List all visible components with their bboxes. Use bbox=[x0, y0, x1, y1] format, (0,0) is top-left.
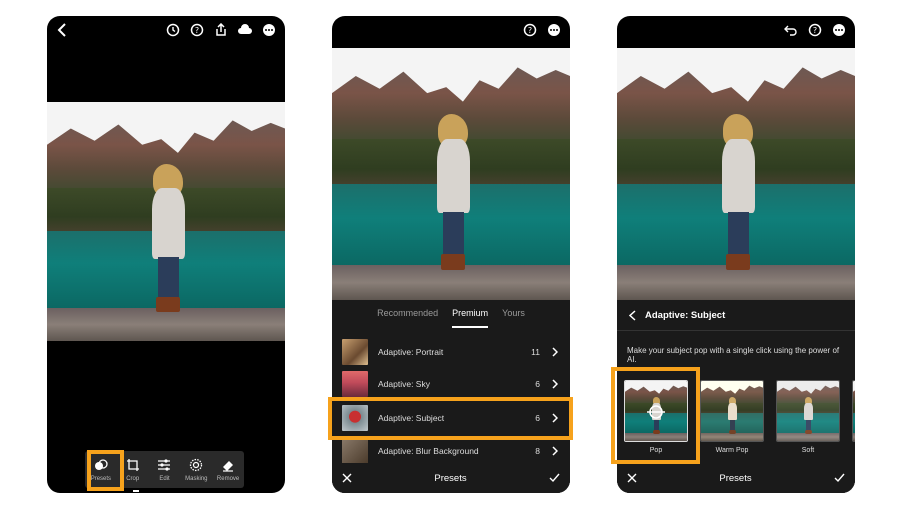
preset-label: Warm Pop bbox=[715, 447, 749, 454]
photo-preview bbox=[47, 102, 285, 341]
cloud-icon[interactable] bbox=[237, 22, 253, 38]
preset-thumbnail bbox=[342, 339, 368, 365]
preset-thumbnail bbox=[852, 380, 855, 442]
preset-thumbnail bbox=[700, 380, 764, 442]
masking-icon bbox=[189, 458, 203, 472]
preset-group-description: Make your subject pop with a single clic… bbox=[627, 346, 840, 364]
back-arrow-icon[interactable] bbox=[55, 22, 69, 38]
preset-group-name: Adaptive: Blur Background bbox=[378, 446, 479, 456]
bottom-bar: Presets bbox=[332, 463, 570, 493]
tool-label: Crop bbox=[126, 475, 140, 482]
help-icon[interactable]: ? bbox=[522, 22, 538, 38]
checkmark-icon[interactable] bbox=[834, 473, 845, 483]
more-icon[interactable] bbox=[831, 22, 847, 38]
preset-group-portrait[interactable]: Adaptive: Portrait 11 bbox=[332, 337, 570, 367]
more-icon[interactable] bbox=[261, 22, 277, 38]
eraser-icon bbox=[221, 458, 235, 472]
bottom-bar-title: Presets bbox=[719, 472, 752, 484]
share-icon[interactable] bbox=[213, 22, 229, 38]
tab-yours[interactable]: Yours bbox=[502, 302, 525, 328]
close-icon[interactable] bbox=[627, 473, 637, 483]
tool-remove[interactable]: Remove bbox=[212, 451, 244, 488]
bottom-bar: Presets bbox=[617, 463, 855, 493]
preset-thumbnail bbox=[776, 380, 840, 442]
svg-text:?: ? bbox=[528, 26, 532, 35]
tool-edit[interactable]: Edit bbox=[149, 451, 181, 488]
preset-group-name: Adaptive: Portrait bbox=[378, 347, 444, 357]
chevron-right-icon bbox=[550, 446, 560, 456]
preset-tabs: Recommended Premium Yours bbox=[332, 302, 570, 328]
preset-warm-pop[interactable]: Warm Pop bbox=[700, 380, 764, 454]
preset-group-sky[interactable]: Adaptive: Sky 6 bbox=[332, 369, 570, 399]
highlight-pop-preset bbox=[611, 367, 700, 464]
back-chevron-icon[interactable] bbox=[625, 309, 639, 321]
svg-text:?: ? bbox=[195, 26, 199, 35]
history-icon[interactable] bbox=[165, 22, 181, 38]
help-icon[interactable]: ? bbox=[807, 22, 823, 38]
top-toolbar: ? bbox=[522, 22, 562, 38]
bottom-bar-title: Presets bbox=[434, 472, 467, 484]
crop-icon bbox=[126, 458, 140, 472]
preset-thumbnail bbox=[342, 371, 368, 397]
photo-preview bbox=[617, 48, 855, 300]
help-icon[interactable]: ? bbox=[189, 22, 205, 38]
tab-premium[interactable]: Premium bbox=[452, 302, 489, 328]
preset-count: 8 bbox=[535, 446, 540, 456]
highlight-adaptive-subject-row bbox=[328, 397, 573, 440]
edit-sliders-icon bbox=[157, 458, 171, 472]
top-toolbar: ? bbox=[783, 22, 847, 38]
chevron-right-icon bbox=[550, 379, 560, 389]
preset-count: 6 bbox=[535, 379, 540, 389]
checkmark-icon[interactable] bbox=[549, 473, 560, 483]
photo-preview bbox=[332, 48, 570, 300]
close-icon[interactable] bbox=[342, 473, 352, 483]
preset-group-title: Adaptive: Subject bbox=[645, 309, 726, 321]
divider bbox=[617, 330, 855, 331]
preset-group-blur-background[interactable]: Adaptive: Blur Background 8 bbox=[332, 436, 570, 466]
preset-soft[interactable]: Soft bbox=[776, 380, 840, 454]
top-toolbar: ? bbox=[165, 22, 277, 38]
tab-recommended[interactable]: Recommended bbox=[377, 302, 438, 328]
undo-icon[interactable] bbox=[783, 22, 799, 38]
tool-masking[interactable]: Masking bbox=[180, 451, 212, 488]
phone-screen-edit: ? Presets Crop Edit Masking Remove bbox=[47, 16, 285, 493]
preset-group-name: Adaptive: Sky bbox=[378, 379, 430, 389]
preset-count: 11 bbox=[531, 347, 540, 357]
preset-group-header: Adaptive: Subject bbox=[617, 300, 855, 330]
preset-label: Soft bbox=[801, 447, 815, 454]
tool-label: Masking bbox=[185, 475, 208, 482]
highlight-presets-tool bbox=[87, 450, 124, 491]
preset-c[interactable]: C bbox=[852, 380, 855, 454]
svg-text:?: ? bbox=[813, 26, 817, 35]
tool-label: Edit bbox=[159, 475, 170, 482]
chevron-right-icon bbox=[550, 347, 560, 357]
preset-thumbnail bbox=[342, 438, 368, 464]
more-icon[interactable] bbox=[546, 22, 562, 38]
active-tool-indicator bbox=[133, 490, 139, 492]
tool-label: Remove bbox=[216, 475, 240, 482]
